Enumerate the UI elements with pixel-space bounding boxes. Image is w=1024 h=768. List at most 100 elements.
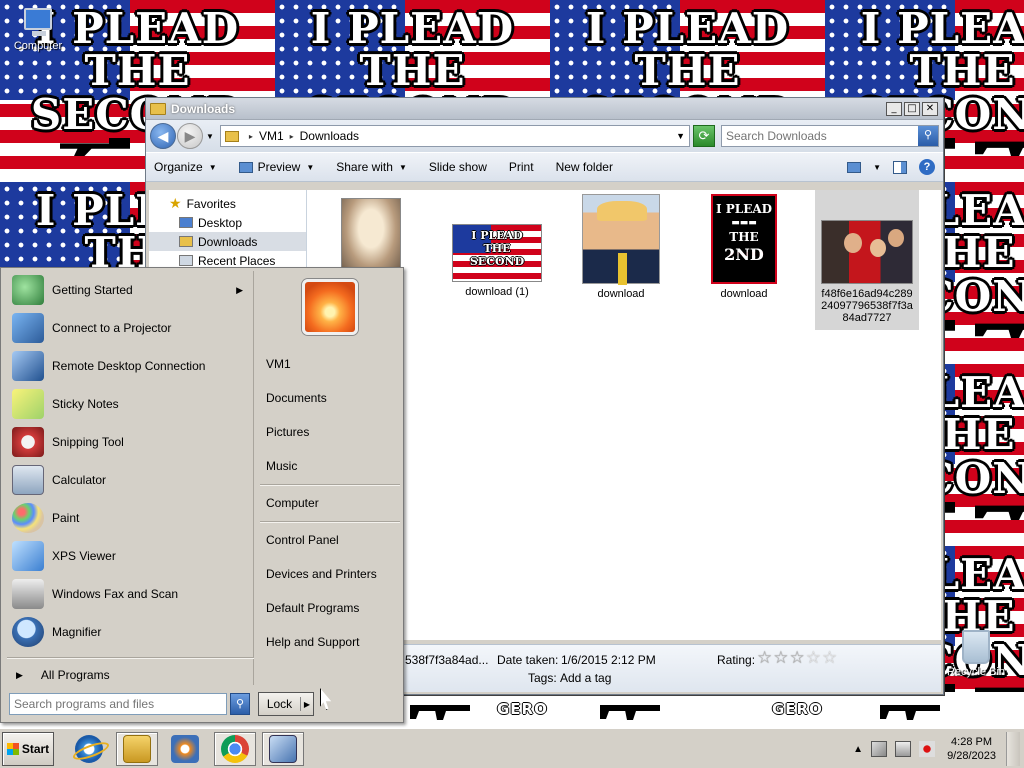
network-icon[interactable] <box>895 741 912 757</box>
breadcrumb-vm1[interactable]: VM1 <box>259 129 284 143</box>
start-link-user[interactable]: VM1 <box>266 357 291 371</box>
file-name: download <box>720 288 768 300</box>
search-input[interactable] <box>726 129 918 143</box>
address-dropdown-icon[interactable]: ▼ <box>676 131 685 141</box>
desktop-icon-computer[interactable]: Computer <box>6 8 70 52</box>
file-item[interactable]: I PLEAD ▬▬▬ THE 2ND download <box>692 190 796 300</box>
windows-explorer-icon <box>123 735 151 763</box>
address-bar-row: ◀ ▶ ▼ ▸ VM1 ▸ Downloads ▼ ⟳ ⚲ <box>146 120 943 152</box>
preview-menu[interactable]: Preview ▼ <box>238 160 314 174</box>
start-program-label: XPS Viewer <box>52 549 116 563</box>
refresh-button[interactable]: ⟳ <box>693 125 715 147</box>
start-search-box[interactable] <box>9 693 227 715</box>
help-icon[interactable]: ? <box>919 159 935 175</box>
start-menu-programs: Getting Started ▶ Connect to a Projector Re… <box>4 271 254 685</box>
rating-star-icon[interactable]: ☆ <box>757 648 773 667</box>
start-button[interactable]: Start <box>2 732 54 766</box>
start-program-item[interactable]: Getting Started ▶ <box>4 271 253 309</box>
minimize-button[interactable]: _ <box>886 101 902 116</box>
user-picture[interactable] <box>302 279 358 335</box>
file-item[interactable]: I PLEAD THE SECOND download (1) <box>445 220 549 298</box>
show-desktop-button[interactable] <box>1006 732 1020 766</box>
start-search-input[interactable] <box>14 697 226 711</box>
action-center-icon[interactable] <box>871 741 888 757</box>
start-program-item[interactable]: XPS Viewer <box>4 537 253 575</box>
forward-button[interactable]: ▶ <box>177 123 203 149</box>
start-program-item[interactable]: Paint <box>4 499 253 537</box>
search-icon[interactable]: ⚲ <box>918 126 938 146</box>
start-link-default-programs[interactable]: Default Programs <box>266 601 359 615</box>
change-view-icon[interactable] <box>847 161 862 173</box>
taskbar-internet-explorer[interactable] <box>68 732 110 766</box>
snipping-tool-icon <box>12 427 44 457</box>
file-item[interactable] <box>339 194 403 278</box>
preview-icon <box>238 161 253 173</box>
taskbar-media-player[interactable] <box>164 732 206 766</box>
desktop-icon-label: Recycle Bin <box>946 666 1006 678</box>
clock[interactable]: 4:28 PM 9/28/2023 <box>947 735 996 763</box>
view-options-chevron-icon[interactable]: ▼ <box>873 163 881 172</box>
breadcrumb-downloads[interactable]: Downloads <box>300 129 359 143</box>
start-link-control-panel[interactable]: Control Panel <box>266 533 339 547</box>
taskbar-windows-explorer[interactable] <box>116 732 158 766</box>
start-program-item[interactable]: Connect to a Projector <box>4 309 253 347</box>
close-button[interactable]: ✕ <box>922 101 938 116</box>
slide-show-button[interactable]: Slide show <box>429 160 487 174</box>
lock-button[interactable]: Lock ▶ <box>258 692 314 716</box>
organize-menu[interactable]: Organize ▼ <box>154 160 217 174</box>
breadcrumb-chevron-icon[interactable]: ▸ <box>290 132 294 141</box>
start-program-label: Getting Started <box>52 283 133 297</box>
all-programs-button[interactable]: ▶ All Programs <box>7 663 254 687</box>
nav-favorites[interactable]: ★ Favorites <box>149 194 306 213</box>
start-program-item[interactable]: Windows Fax and Scan <box>4 575 253 613</box>
start-program-item[interactable]: Magnifier <box>4 613 253 651</box>
nav-item-desktop[interactable]: Desktop <box>149 213 306 232</box>
maximize-button[interactable]: □ <box>904 101 920 116</box>
start-link-devices-printers[interactable]: Devices and Printers <box>266 567 377 581</box>
preview-pane-icon[interactable] <box>893 160 907 174</box>
back-button[interactable]: ◀ <box>150 123 176 149</box>
fax-scan-icon <box>12 579 44 609</box>
desktop-icon-recycle-bin[interactable]: Recycle Bin <box>944 630 1008 678</box>
start-program-item[interactable]: Calculator <box>4 461 253 499</box>
date-taken-value[interactable]: 1/6/2015 2:12 PM <box>561 653 656 667</box>
breadcrumb-chevron-icon[interactable]: ▸ <box>249 132 253 141</box>
start-link-documents[interactable]: Documents <box>266 391 327 405</box>
start-link-help-support[interactable]: Help and Support <box>266 635 359 649</box>
sticky-notes-icon <box>12 389 44 419</box>
star-icon: ★ <box>169 195 182 211</box>
window-title: Downloads <box>171 101 236 116</box>
print-button[interactable]: Print <box>509 160 534 174</box>
start-program-item[interactable]: Sticky Notes <box>4 385 253 423</box>
taskbar-chrome[interactable] <box>214 732 256 766</box>
tags-value[interactable]: Add a tag <box>560 671 611 685</box>
start-program-item[interactable]: Snipping Tool <box>4 423 253 461</box>
file-item-selected[interactable]: f48f6e16ad94c289 24097796538f7f3a 84ad77… <box>815 190 919 330</box>
nav-item-downloads[interactable]: Downloads <box>149 232 306 251</box>
rating-star-icon[interactable]: ☆ <box>806 648 822 667</box>
search-box[interactable]: ⚲ <box>721 125 939 147</box>
volume-muted-icon[interactable] <box>919 741 936 757</box>
rating-star-icon[interactable]: ☆ <box>790 648 806 667</box>
rating-star-icon[interactable]: ☆ <box>773 648 789 667</box>
taskbar-remote-desktop[interactable] <box>262 732 304 766</box>
start-program-label: Snipping Tool <box>52 435 124 449</box>
start-link-music[interactable]: Music <box>266 459 297 473</box>
start-link-pictures[interactable]: Pictures <box>266 425 309 439</box>
start-link-computer[interactable]: Computer <box>266 496 319 510</box>
start-program-label: Calculator <box>52 473 107 487</box>
rating-stars[interactable]: ☆☆☆☆☆ <box>757 648 838 668</box>
new-folder-button[interactable]: New folder <box>556 160 613 174</box>
address-bar[interactable]: ▸ VM1 ▸ Downloads ▼ <box>219 125 690 147</box>
window-titlebar[interactable]: Downloads _ □ ✕ <box>146 98 943 120</box>
media-player-icon <box>171 735 199 763</box>
shutdown-options-arrow-icon[interactable]: ▶ <box>301 700 313 709</box>
search-icon[interactable]: ⚲ <box>230 693 250 715</box>
file-item[interactable]: download <box>569 190 673 300</box>
start-program-item[interactable]: Remote Desktop Connection <box>4 347 253 385</box>
submenu-arrow-icon[interactable]: ▶ <box>236 285 243 296</box>
recent-pages-chevron-icon[interactable]: ▼ <box>206 132 214 141</box>
show-hidden-icons-chevron-icon[interactable]: ▲ <box>853 744 863 755</box>
share-with-menu[interactable]: Share with ▼ <box>336 160 407 174</box>
rating-star-icon[interactable]: ☆ <box>822 648 838 667</box>
